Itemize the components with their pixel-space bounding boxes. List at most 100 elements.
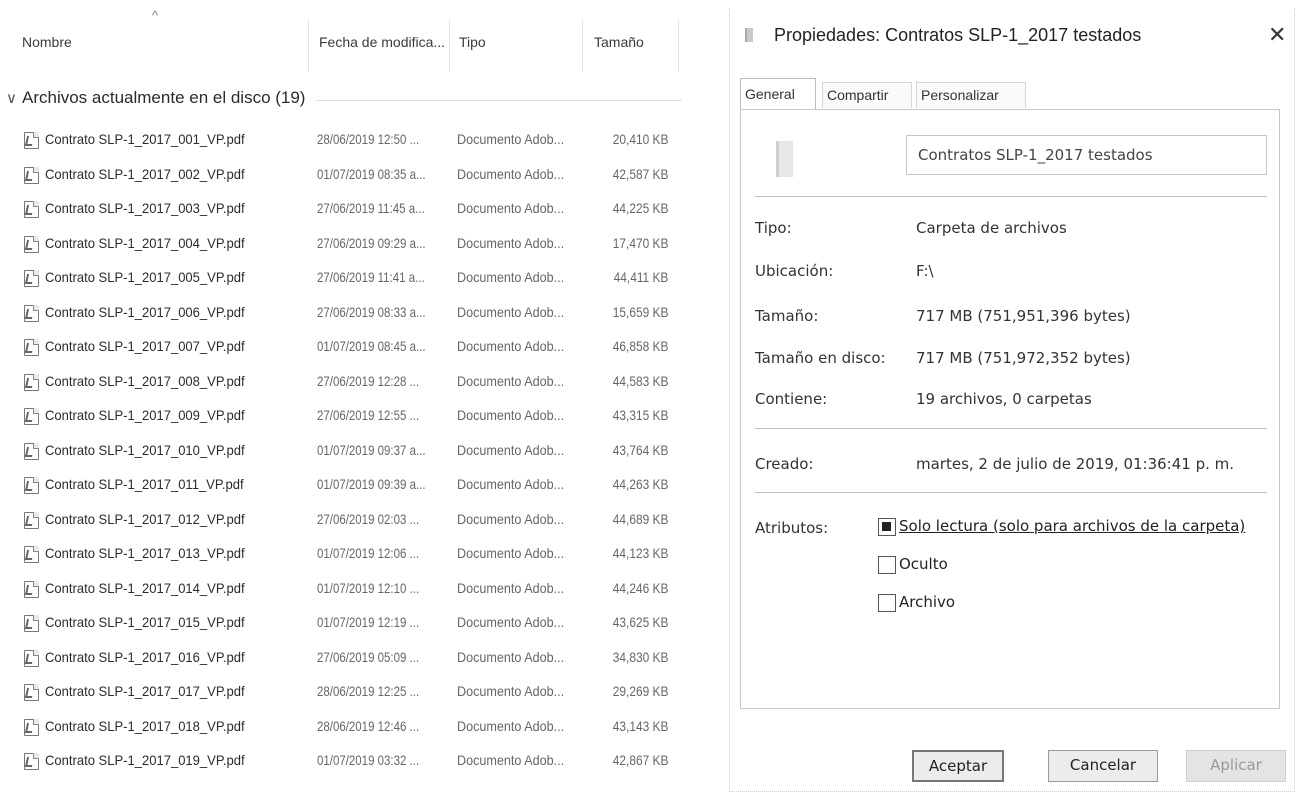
file-type: Documento Adob... <box>457 648 565 665</box>
readonly-checkbox[interactable]: Solo lectura (solo para archivos de la c… <box>878 517 1278 539</box>
file-size: 29,269 KB <box>612 683 668 699</box>
column-header-size[interactable]: Tamaño <box>594 34 644 50</box>
file-row[interactable]: Contrato SLP-1_2017_012_VP.pdf 27/06/2019… <box>0 504 690 539</box>
file-date: 27/06/2019 11:41 a... <box>317 269 425 285</box>
file-row[interactable]: Contrato SLP-1_2017_011_VP.pdf 01/07/2019… <box>0 469 690 504</box>
file-row[interactable]: Contrato SLP-1_2017_013_VP.pdf 01/07/2019… <box>0 538 690 573</box>
file-row[interactable]: Contrato SLP-1_2017_004_VP.pdf 27/06/2019… <box>0 228 690 263</box>
file-type: Documento Adob... <box>457 441 565 458</box>
file-size: 44,123 KB <box>612 545 668 561</box>
file-name: Contrato SLP-1_2017_005_VP.pdf <box>45 269 245 285</box>
file-row[interactable]: Contrato SLP-1_2017_003_VP.pdf 27/06/2019… <box>0 193 690 228</box>
file-name: Contrato SLP-1_2017_013_VP.pdf <box>45 545 245 561</box>
file-row[interactable]: Contrato SLP-1_2017_008_VP.pdf 27/06/2019… <box>0 366 690 401</box>
file-row[interactable]: Contrato SLP-1_2017_017_VP.pdf 28/06/2019… <box>0 676 690 711</box>
file-row[interactable]: Contrato SLP-1_2017_001_VP.pdf 28/06/2019… <box>0 124 690 159</box>
tab-compartir[interactable]: Compartir <box>822 82 912 108</box>
file-date: 28/06/2019 12:25 ... <box>317 683 420 699</box>
column-divider[interactable] <box>449 20 450 72</box>
apply-button[interactable]: Aplicar <box>1186 750 1286 782</box>
hidden-label: Oculto <box>899 555 948 573</box>
location-label: Ubicación: <box>755 262 834 280</box>
file-size: 43,315 KB <box>612 407 668 423</box>
close-icon[interactable]: ✕ <box>1268 22 1286 48</box>
type-value: Carpeta de archivos <box>916 219 1067 237</box>
type-label: Tipo: <box>755 219 792 237</box>
file-row[interactable]: Contrato SLP-1_2017_009_VP.pdf 27/06/2019… <box>0 400 690 435</box>
file-date: 27/06/2019 12:55 ... <box>317 407 420 423</box>
file-size: 44,583 KB <box>612 372 668 389</box>
file-date: 01/07/2019 09:39 a... <box>317 476 426 492</box>
column-divider[interactable] <box>678 20 679 72</box>
created-value: martes, 2 de julio de 2019, 01:36:41 p. … <box>916 455 1235 473</box>
disk-size-label: Tamaño en disco: <box>755 349 886 367</box>
file-name: Contrato SLP-1_2017_019_VP.pdf <box>45 752 245 768</box>
file-row[interactable]: Contrato SLP-1_2017_002_VP.pdf 01/07/2019… <box>0 159 690 194</box>
file-row[interactable]: Contrato SLP-1_2017_010_VP.pdf 01/07/2019… <box>0 435 690 470</box>
file-date: 01/07/2019 08:35 a... <box>317 165 426 182</box>
file-row[interactable]: Contrato SLP-1_2017_018_VP.pdf 28/06/2019… <box>0 711 690 746</box>
group-header[interactable]: ∨ Archivos actualmente en el disco (19) <box>0 88 690 112</box>
column-header-type[interactable]: Tipo <box>459 34 486 50</box>
folder-name-input[interactable]: Contratos SLP-1_2017 testados <box>906 135 1267 175</box>
file-type: Documento Adob... <box>457 131 565 147</box>
file-row[interactable]: Contrato SLP-1_2017_006_VP.pdf 27/06/2019… <box>0 297 690 332</box>
column-divider[interactable] <box>308 20 309 72</box>
pdf-file-icon <box>24 580 39 598</box>
folder-icon <box>776 141 793 177</box>
file-date: 01/07/2019 12:10 ... <box>317 579 420 596</box>
cancel-button[interactable]: Cancelar <box>1048 750 1158 782</box>
file-date: 01/07/2019 08:45 a... <box>317 338 426 354</box>
file-name: Contrato SLP-1_2017_004_VP.pdf <box>45 234 245 251</box>
group-title: Archivos actualmente en el disco (19) <box>22 88 306 107</box>
file-type: Documento Adob... <box>457 510 565 527</box>
column-header-date[interactable]: Fecha de modifica... <box>319 34 445 50</box>
file-date: 28/06/2019 12:46 ... <box>317 717 420 734</box>
separator <box>755 428 1267 429</box>
file-name: Contrato SLP-1_2017_002_VP.pdf <box>45 165 245 182</box>
pdf-file-icon <box>24 132 39 149</box>
file-row[interactable]: Contrato SLP-1_2017_015_VP.pdf 01/07/2019… <box>0 607 690 642</box>
file-row[interactable]: Contrato SLP-1_2017_014_VP.pdf 01/07/2019… <box>0 573 690 608</box>
ok-button[interactable]: Aceptar <box>912 750 1004 782</box>
file-type: Documento Adob... <box>457 683 565 699</box>
archive-checkbox[interactable]: Archivo <box>878 593 998 615</box>
checkbox-icon[interactable] <box>878 594 896 612</box>
file-row[interactable]: Contrato SLP-1_2017_005_VP.pdf 27/06/2019… <box>0 262 690 297</box>
file-size: 43,143 KB <box>612 717 668 734</box>
file-name: Contrato SLP-1_2017_007_VP.pdf <box>45 338 245 354</box>
pdf-file-icon <box>24 511 39 529</box>
file-name: Contrato SLP-1_2017_017_VP.pdf <box>45 683 245 699</box>
file-size: 44,263 KB <box>612 476 668 492</box>
chevron-down-icon[interactable]: ∨ <box>6 89 17 107</box>
checkbox-indeterminate-icon[interactable] <box>878 518 896 536</box>
file-row[interactable]: Contrato SLP-1_2017_019_VP.pdf 01/07/2019… <box>0 745 690 780</box>
file-name: Contrato SLP-1_2017_015_VP.pdf <box>45 614 245 630</box>
dialog-titlebar[interactable]: Propiedades: Contratos SLP-1_2017 testad… <box>730 8 1294 64</box>
pdf-file-icon <box>24 304 39 322</box>
separator <box>755 492 1267 493</box>
file-name: Contrato SLP-1_2017_012_VP.pdf <box>45 510 245 527</box>
file-row[interactable]: Contrato SLP-1_2017_016_VP.pdf 27/06/2019… <box>0 642 690 677</box>
pdf-file-icon <box>24 373 39 391</box>
pdf-file-icon <box>24 270 39 287</box>
folder-icon <box>745 28 753 42</box>
column-header-name[interactable]: Nombre <box>22 34 72 50</box>
checkbox-icon[interactable] <box>878 556 896 574</box>
attributes-label: Atributos: <box>755 519 829 537</box>
pdf-file-icon <box>24 201 39 218</box>
tab-general[interactable]: General <box>740 78 816 110</box>
pdf-file-icon <box>24 546 39 563</box>
tab-personalizar[interactable]: Personalizar <box>916 82 1026 108</box>
file-type: Documento Adob... <box>457 614 565 630</box>
file-explorer: ^ Nombre Fecha de modifica... Tipo Tamañ… <box>0 0 690 794</box>
file-type: Documento Adob... <box>457 372 565 389</box>
file-row[interactable]: Contrato SLP-1_2017_007_VP.pdf 01/07/2019… <box>0 331 690 366</box>
file-type: Documento Adob... <box>457 303 565 320</box>
file-size: 34,830 KB <box>612 648 668 665</box>
file-type: Documento Adob... <box>457 476 565 492</box>
hidden-checkbox[interactable]: Oculto <box>878 555 998 577</box>
file-date: 27/06/2019 11:45 a... <box>317 200 425 216</box>
column-divider[interactable] <box>582 20 583 72</box>
file-size: 44,411 KB <box>613 269 668 285</box>
